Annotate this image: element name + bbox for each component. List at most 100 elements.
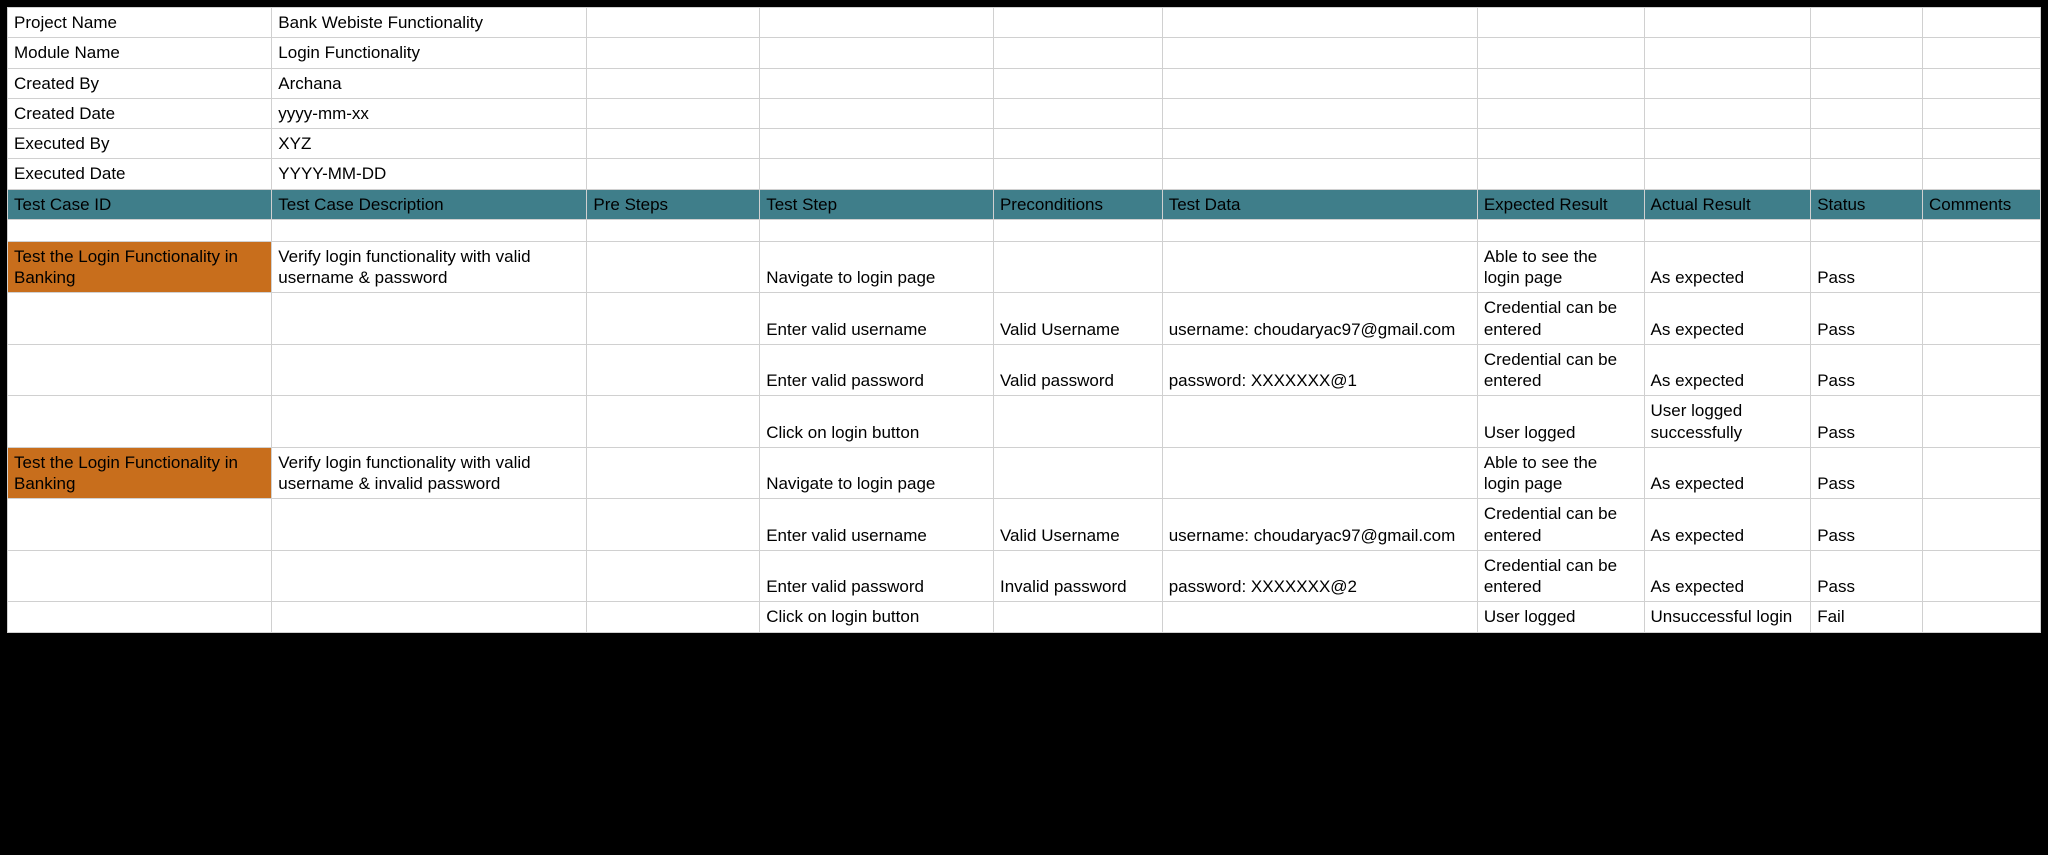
cell-comments[interactable]: [1923, 241, 2041, 293]
meta-value[interactable]: Archana: [272, 68, 587, 98]
empty-cell[interactable]: [1811, 38, 1923, 68]
column-header[interactable]: Status: [1811, 189, 1923, 219]
cell-actual-result[interactable]: User logged successfully: [1644, 396, 1811, 448]
cell-test-step[interactable]: Click on login button: [760, 602, 994, 632]
cell-status[interactable]: Pass: [1811, 499, 1923, 551]
cell-pre-steps[interactable]: [587, 241, 760, 293]
cell-pre-steps[interactable]: [587, 396, 760, 448]
column-header[interactable]: Comments: [1923, 189, 2041, 219]
meta-label[interactable]: Project Name: [8, 8, 272, 38]
cell-comments[interactable]: [1923, 499, 2041, 551]
empty-cell[interactable]: [1923, 129, 2041, 159]
cell-comments[interactable]: [1923, 550, 2041, 602]
empty-cell[interactable]: [587, 8, 760, 38]
cell-description[interactable]: [272, 602, 587, 632]
column-header[interactable]: Actual Result: [1644, 189, 1811, 219]
empty-cell[interactable]: [1162, 68, 1477, 98]
cell-actual-result[interactable]: As expected: [1644, 241, 1811, 293]
empty-cell[interactable]: [1923, 98, 2041, 128]
column-header[interactable]: Test Step: [760, 189, 994, 219]
empty-cell[interactable]: [760, 159, 994, 189]
empty-cell[interactable]: [1923, 68, 2041, 98]
cell-test-data[interactable]: password: XXXXXXX@2: [1162, 550, 1477, 602]
empty-cell[interactable]: [1811, 98, 1923, 128]
cell-actual-result[interactable]: As expected: [1644, 293, 1811, 345]
empty-cell[interactable]: [760, 129, 994, 159]
cell-test-case-id[interactable]: [8, 499, 272, 551]
empty-cell[interactable]: [1811, 159, 1923, 189]
cell-test-case-id[interactable]: [8, 293, 272, 345]
empty-cell[interactable]: [587, 219, 760, 241]
empty-cell[interactable]: [8, 219, 272, 241]
cell-test-case-id[interactable]: [8, 344, 272, 396]
empty-cell[interactable]: [1923, 159, 2041, 189]
cell-pre-steps[interactable]: [587, 293, 760, 345]
cell-description[interactable]: [272, 499, 587, 551]
empty-cell[interactable]: [760, 219, 994, 241]
cell-status[interactable]: Pass: [1811, 344, 1923, 396]
cell-test-case-id[interactable]: Test the Login Functionality in Banking: [8, 447, 272, 499]
cell-test-step[interactable]: Enter valid password: [760, 550, 994, 602]
empty-cell[interactable]: [993, 98, 1162, 128]
empty-cell[interactable]: [760, 98, 994, 128]
empty-cell[interactable]: [1811, 219, 1923, 241]
cell-test-case-id[interactable]: [8, 602, 272, 632]
empty-cell[interactable]: [1644, 159, 1811, 189]
cell-test-data[interactable]: [1162, 447, 1477, 499]
cell-test-data[interactable]: [1162, 602, 1477, 632]
empty-cell[interactable]: [1477, 38, 1644, 68]
empty-cell[interactable]: [1477, 219, 1644, 241]
cell-preconditions[interactable]: [993, 447, 1162, 499]
cell-preconditions[interactable]: Valid Username: [993, 499, 1162, 551]
cell-test-case-id[interactable]: [8, 396, 272, 448]
cell-expected-result[interactable]: Credential can be entered: [1477, 550, 1644, 602]
column-header[interactable]: Pre Steps: [587, 189, 760, 219]
empty-cell[interactable]: [1644, 129, 1811, 159]
cell-test-step[interactable]: Enter valid username: [760, 293, 994, 345]
cell-actual-result[interactable]: As expected: [1644, 447, 1811, 499]
column-header[interactable]: Test Case Description: [272, 189, 587, 219]
column-header[interactable]: Test Case ID: [8, 189, 272, 219]
empty-cell[interactable]: [587, 68, 760, 98]
cell-comments[interactable]: [1923, 396, 2041, 448]
cell-preconditions[interactable]: Valid password: [993, 344, 1162, 396]
cell-test-step[interactable]: Click on login button: [760, 396, 994, 448]
empty-cell[interactable]: [587, 98, 760, 128]
cell-actual-result[interactable]: As expected: [1644, 344, 1811, 396]
empty-cell[interactable]: [587, 129, 760, 159]
cell-expected-result[interactable]: Able to see the login page: [1477, 241, 1644, 293]
cell-comments[interactable]: [1923, 293, 2041, 345]
cell-status[interactable]: Pass: [1811, 550, 1923, 602]
empty-cell[interactable]: [993, 8, 1162, 38]
cell-pre-steps[interactable]: [587, 344, 760, 396]
empty-cell[interactable]: [587, 159, 760, 189]
column-header[interactable]: Preconditions: [993, 189, 1162, 219]
empty-cell[interactable]: [1162, 219, 1477, 241]
cell-test-data[interactable]: [1162, 241, 1477, 293]
empty-cell[interactable]: [1162, 98, 1477, 128]
cell-test-step[interactable]: Enter valid password: [760, 344, 994, 396]
cell-test-data[interactable]: [1162, 396, 1477, 448]
meta-value[interactable]: YYYY-MM-DD: [272, 159, 587, 189]
column-header[interactable]: Expected Result: [1477, 189, 1644, 219]
empty-cell[interactable]: [1477, 129, 1644, 159]
empty-cell[interactable]: [272, 219, 587, 241]
cell-description[interactable]: Verify login functionality with valid us…: [272, 241, 587, 293]
cell-actual-result[interactable]: Unsuccessful login: [1644, 602, 1811, 632]
cell-status[interactable]: Pass: [1811, 241, 1923, 293]
cell-description[interactable]: [272, 293, 587, 345]
cell-pre-steps[interactable]: [587, 499, 760, 551]
cell-test-step[interactable]: Enter valid username: [760, 499, 994, 551]
empty-cell[interactable]: [1477, 8, 1644, 38]
empty-cell[interactable]: [1811, 68, 1923, 98]
cell-expected-result[interactable]: Credential can be entered: [1477, 344, 1644, 396]
meta-value[interactable]: Login Functionality: [272, 38, 587, 68]
empty-cell[interactable]: [1811, 8, 1923, 38]
meta-value[interactable]: Bank Webiste Functionality: [272, 8, 587, 38]
meta-label[interactable]: Executed By: [8, 129, 272, 159]
cell-actual-result[interactable]: As expected: [1644, 550, 1811, 602]
meta-label[interactable]: Created Date: [8, 98, 272, 128]
empty-cell[interactable]: [993, 219, 1162, 241]
cell-comments[interactable]: [1923, 344, 2041, 396]
meta-value[interactable]: XYZ: [272, 129, 587, 159]
